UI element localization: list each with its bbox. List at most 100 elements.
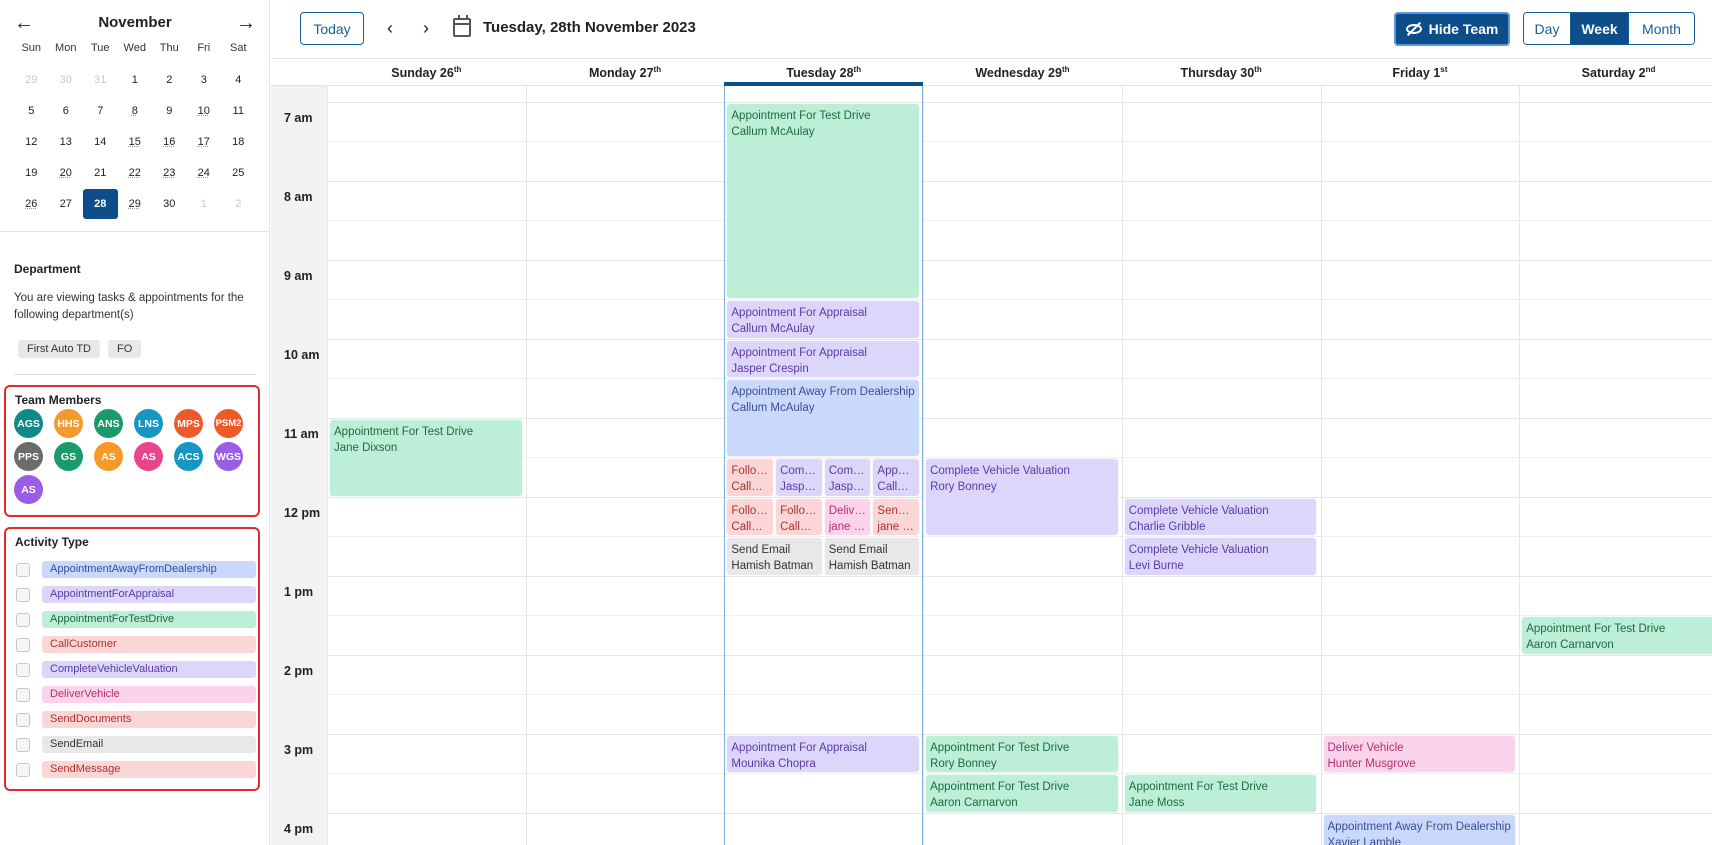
calendar-event[interactable]: Appointment For Test Drive Rory Bonney <box>925 734 1119 774</box>
activity-type-checkbox[interactable] <box>16 737 30 752</box>
day-header[interactable]: Friday 1st <box>1321 65 1520 80</box>
calendar-event[interactable]: Appointment For Test Drive Aaron Carnarvo… <box>1521 616 1712 655</box>
mini-calendar-day[interactable]: 19 <box>14 158 49 188</box>
calendar-event[interactable]: Deliver Vehicle Hunter Musgrove <box>1322 734 1517 774</box>
avatar[interactable]: MPS <box>174 409 203 438</box>
event-title: Complete Vehicle Valuation <box>1128 504 1269 517</box>
today-button[interactable]: Today <box>300 12 364 45</box>
day-header[interactable]: Wednesday 29th <box>923 65 1122 80</box>
mini-calendar-day[interactable]: 29 <box>118 189 153 219</box>
mini-calendar-day[interactable]: 10 <box>187 96 222 126</box>
calendar-event[interactable]: Complete Vehicle Valuation Jasper Crespin <box>775 458 823 497</box>
mini-calendar-day[interactable]: 13 <box>49 127 84 157</box>
mini-calendar-day[interactable]: 6 <box>49 96 84 126</box>
mini-calendar-day[interactable]: 2 <box>152 65 187 95</box>
activity-type-checkbox[interactable] <box>16 662 30 677</box>
activity-type-checkbox[interactable] <box>16 587 30 602</box>
avatar[interactable]: AS <box>134 442 163 471</box>
mini-calendar-day[interactable]: 29 <box>14 65 49 95</box>
activity-type-checkbox[interactable] <box>16 762 30 777</box>
day-header[interactable]: Sunday 26th <box>327 65 526 80</box>
avatar[interactable]: LNS <box>134 409 163 438</box>
calendar-event[interactable]: Appointment For Appraisal Mounika Chopra <box>726 734 921 774</box>
mini-calendar-day[interactable]: 14 <box>83 127 118 157</box>
mini-calendar-day[interactable]: 7 <box>83 96 118 126</box>
avatar[interactable]: ANS <box>94 409 123 438</box>
calendar-event[interactable]: Complete Vehicle Valuation Charlie Gribbl… <box>1123 497 1318 537</box>
mini-calendar-day[interactable]: 9 <box>152 96 187 126</box>
avatar[interactable]: PSM2 <box>214 409 243 438</box>
calendar-event[interactable]: Appointment For Appraisal Jasper Crespin <box>726 339 921 379</box>
mini-calendar-day[interactable]: 11 <box>221 96 256 126</box>
day-header[interactable]: Thursday 30th <box>1122 65 1321 80</box>
calendar-event[interactable]: Follow Up Callum McAulay <box>726 497 775 537</box>
mini-calendar-day[interactable]: 5 <box>14 96 49 126</box>
avatar[interactable]: PPS <box>14 442 43 471</box>
mini-calendar-day[interactable]: 24 <box>187 158 222 188</box>
activity-type-checkbox[interactable] <box>16 712 30 727</box>
calendar-event[interactable]: Complete Vehicle Valuation Rory Bonney <box>925 458 1119 537</box>
calendar-event[interactable]: Appointment For Test Drive Aaron Carnarvo… <box>925 774 1119 813</box>
mini-calendar-day[interactable]: 8 <box>118 96 153 126</box>
calendar-event[interactable]: Follow Up Callum McAulay <box>726 458 775 497</box>
mini-calendar-day[interactable]: 27 <box>49 189 84 219</box>
day-header[interactable]: Saturday 2nd <box>1519 65 1712 80</box>
next-week-chevron-icon[interactable]: › <box>416 16 436 40</box>
mini-calendar-day[interactable]: 30 <box>49 65 84 95</box>
mini-calendar-day[interactable]: 3 <box>187 65 222 95</box>
calendar-event[interactable]: Appointment For Appraisal Callum McAulay <box>872 458 921 497</box>
mini-calendar-day[interactable]: 30 <box>152 189 187 219</box>
calendar-icon[interactable] <box>453 15 471 37</box>
activity-type-checkbox[interactable] <box>16 687 30 702</box>
calendar-event[interactable]: Complete Vehicle Valuation Jasper Crespin <box>823 458 872 497</box>
calendar-event[interactable]: Follow Up Callum McAulay <box>775 497 823 537</box>
mini-calendar-day[interactable]: 17 <box>187 127 222 157</box>
calendar-event[interactable]: Appointment For Appraisal Callum McAulay <box>726 300 921 339</box>
mini-calendar-day[interactable]: 16 <box>152 127 187 157</box>
calendar-event[interactable]: Appointment For Test Drive Jane Dixson <box>329 418 523 497</box>
view-month-button[interactable]: Month <box>1629 13 1694 44</box>
calendar-event[interactable]: Appointment Away From Dealership Callum M… <box>726 379 921 458</box>
calendar-event[interactable]: Deliver Vehicle jane dixson <box>823 497 872 537</box>
mini-calendar-day[interactable]: 1 <box>118 65 153 95</box>
avatar[interactable]: WGS <box>214 442 243 471</box>
calendar-event[interactable]: Send Email Hamish Batman <box>726 537 823 576</box>
calendar-event[interactable]: Appointment For Test Drive Jane Moss <box>1123 774 1318 813</box>
activity-type-checkbox[interactable] <box>16 562 30 577</box>
avatar[interactable]: ACS <box>174 442 203 471</box>
hide-team-button[interactable]: Hide Team <box>1394 12 1510 46</box>
calendar-event[interactable]: Appointment Away From Dealership Xavier L… <box>1322 813 1517 845</box>
avatar[interactable]: GS <box>54 442 83 471</box>
mini-calendar-day[interactable]: 12 <box>14 127 49 157</box>
view-day-button[interactable]: Day <box>1524 13 1571 44</box>
view-week-button[interactable]: Week <box>1571 13 1629 44</box>
mini-calendar-day[interactable]: 25 <box>221 158 256 188</box>
selected-day[interactable]: 28 <box>83 188 118 219</box>
calendar-event[interactable]: Complete Vehicle Valuation Levi Burne <box>1123 537 1318 576</box>
mini-calendar-day[interactable]: 23 <box>152 158 187 188</box>
mini-calendar-day[interactable]: 22 <box>118 158 153 188</box>
avatar[interactable]: AGS <box>14 409 43 438</box>
mini-calendar-day[interactable]: 2 <box>221 189 256 219</box>
mini-calendar-day[interactable]: 18 <box>221 127 256 157</box>
mini-calendar-day[interactable]: 26 <box>14 189 49 219</box>
prev-week-chevron-icon[interactable]: ‹ <box>380 16 400 40</box>
calendar-event[interactable]: Appointment For Test Drive Callum McAulay <box>726 102 921 300</box>
mini-calendar-day[interactable]: 21 <box>83 158 118 188</box>
mini-calendar-day[interactable]: 4 <box>221 65 256 95</box>
avatar[interactable]: AS <box>94 442 123 471</box>
mini-calendar-day[interactable]: 1 <box>187 189 222 219</box>
day-header[interactable]: Tuesday 28th <box>724 65 923 80</box>
mini-calendar-day[interactable]: 31 <box>83 65 118 95</box>
calendar-event[interactable]: Send Message jane dixson <box>872 497 921 537</box>
avatar[interactable]: HHS <box>54 409 83 438</box>
calendar-event[interactable]: Send Email Hamish Batman <box>823 537 921 576</box>
prev-month-arrow-icon[interactable]: ← <box>10 10 38 36</box>
activity-type-checkbox[interactable] <box>16 612 30 627</box>
mini-calendar-day[interactable]: 20 <box>49 158 84 188</box>
day-header[interactable]: Monday 27th <box>526 65 725 80</box>
activity-type-checkbox[interactable] <box>16 637 30 652</box>
next-month-arrow-icon[interactable]: → <box>232 10 260 36</box>
mini-calendar-day[interactable]: 15 <box>118 127 153 157</box>
avatar[interactable]: AS <box>14 475 43 504</box>
